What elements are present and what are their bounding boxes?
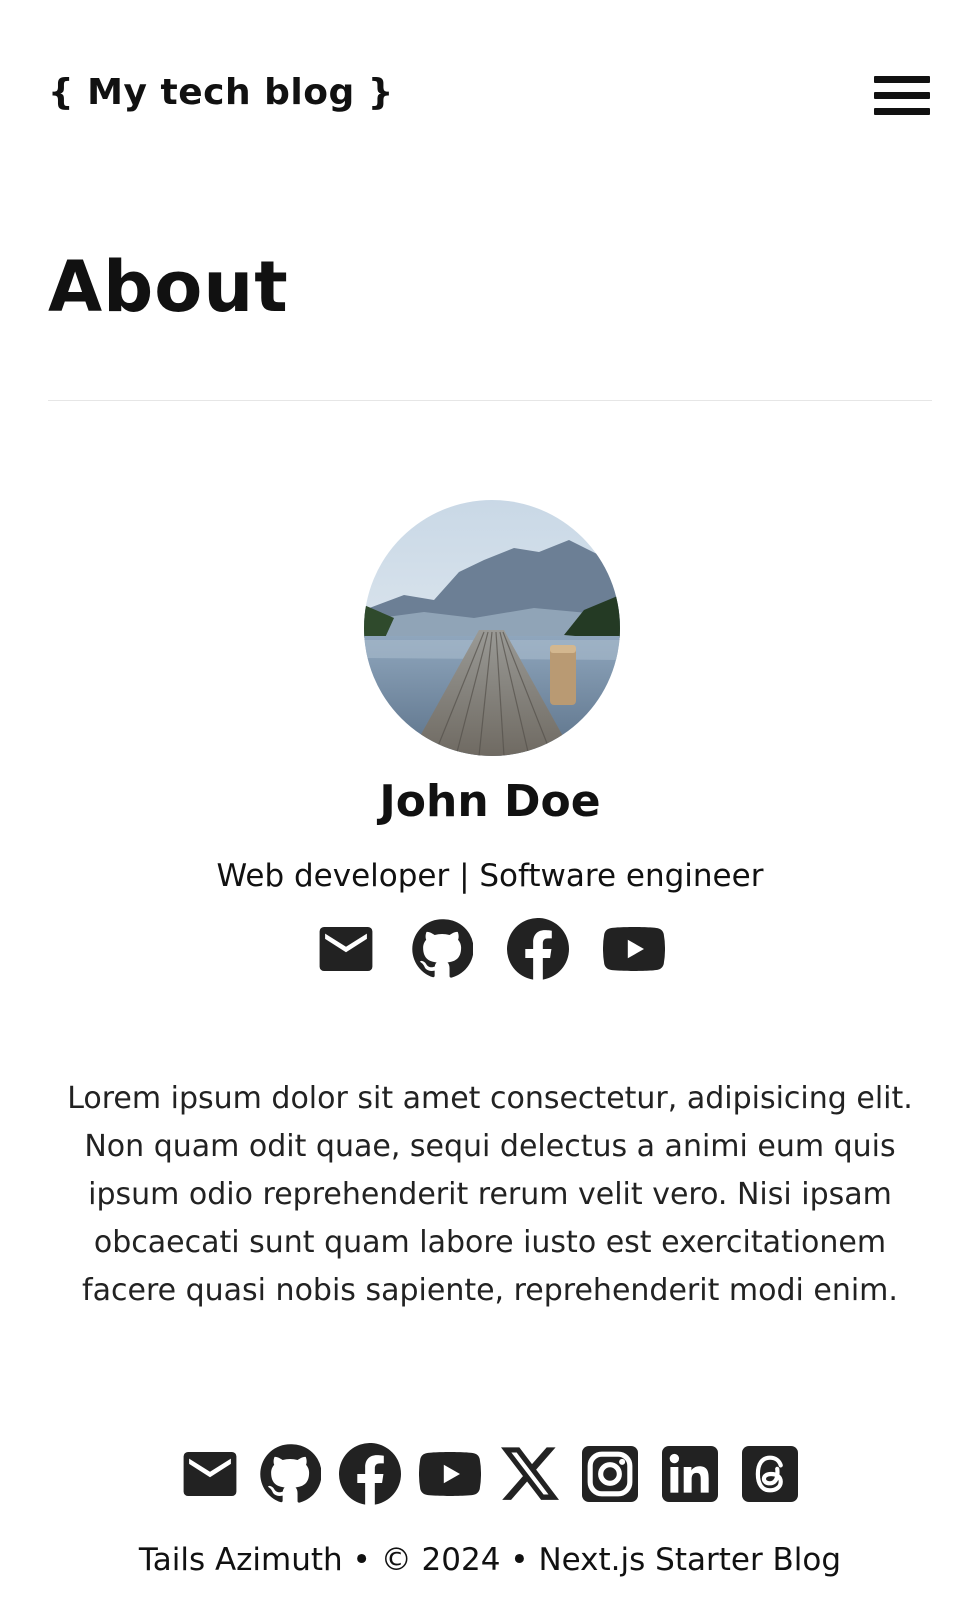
author-name: John Doe	[379, 776, 601, 827]
avatar-photo	[364, 500, 620, 756]
footer-project-link[interactable]: Next.js Starter Blog	[538, 1542, 841, 1578]
avatar	[364, 500, 620, 756]
facebook-icon[interactable]	[339, 1443, 401, 1505]
hamburger-icon	[874, 76, 930, 83]
mail-icon[interactable]	[179, 1443, 241, 1505]
footer-copyright: © 2024	[380, 1542, 501, 1578]
footer-credits: Tails Azimuth • © 2024 • Next.js Starter…	[0, 1542, 980, 1578]
divider	[48, 400, 932, 401]
linkedin-icon[interactable]	[659, 1443, 721, 1505]
github-icon[interactable]	[259, 1443, 321, 1505]
hamburger-menu-button[interactable]	[874, 76, 930, 116]
facebook-icon[interactable]	[507, 918, 569, 980]
threads-icon[interactable]	[739, 1443, 801, 1505]
footer-separator: •	[500, 1542, 539, 1578]
profile-social-links	[0, 918, 980, 980]
footer-separator: •	[342, 1542, 381, 1578]
youtube-icon[interactable]	[603, 918, 665, 980]
site-logo-link[interactable]: { My tech blog }	[48, 72, 394, 113]
footer-author: Tails Azimuth	[138, 1542, 343, 1578]
github-icon[interactable]	[411, 918, 473, 980]
author-bio: Lorem ipsum dolor sit amet consectetur, …	[67, 1081, 913, 1308]
x-icon[interactable]	[499, 1443, 561, 1505]
page-title: About	[48, 246, 289, 328]
author-occupation: Web developer | Software engineer	[216, 858, 764, 894]
youtube-icon[interactable]	[419, 1443, 481, 1505]
site-header: { My tech blog }	[48, 70, 932, 122]
mail-icon[interactable]	[315, 918, 377, 980]
footer-social-links	[0, 1443, 980, 1505]
instagram-icon[interactable]	[579, 1443, 641, 1505]
